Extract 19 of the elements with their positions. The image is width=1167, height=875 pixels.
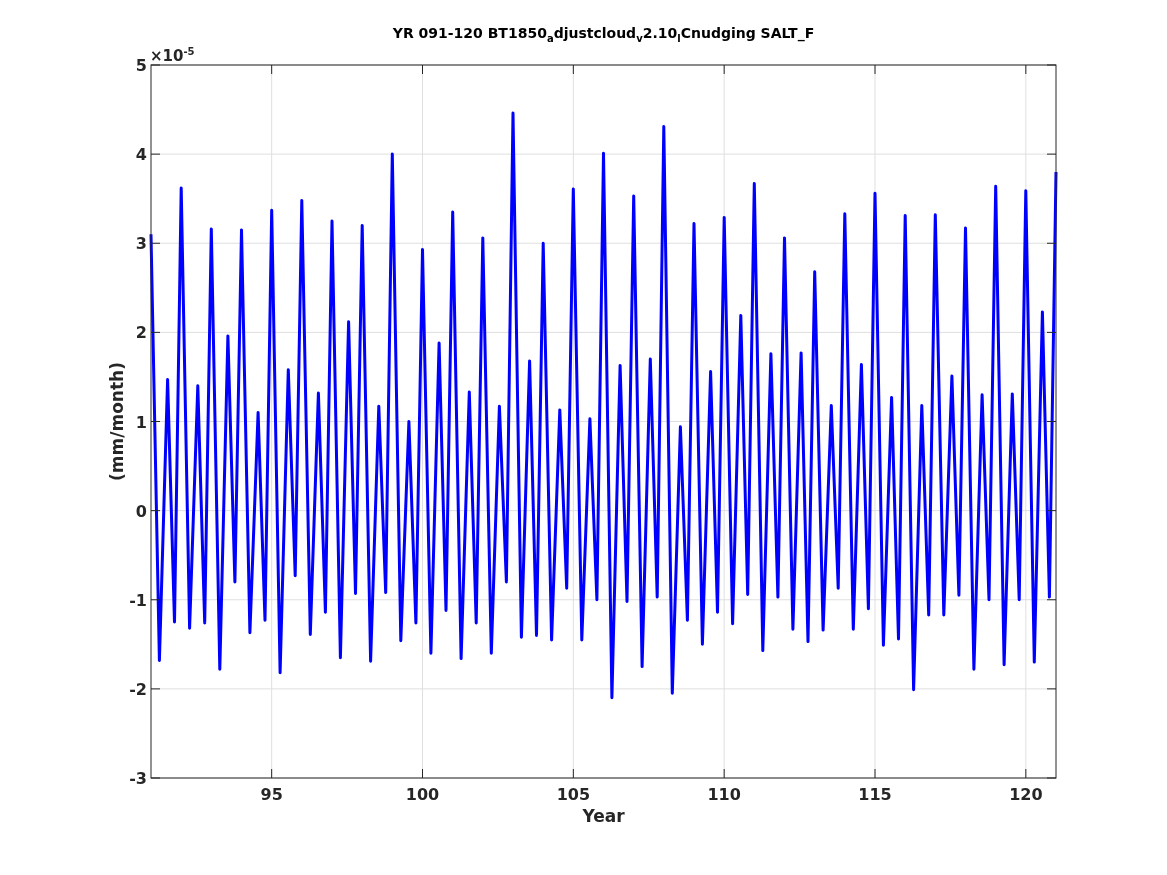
tick-label: 115 — [858, 785, 892, 804]
axis-title: Year — [582, 806, 625, 826]
axis-title: (mm/month) — [107, 362, 127, 481]
tick-label: 105 — [556, 785, 591, 804]
tick-label: 0 — [135, 501, 147, 521]
tick-label: 5 — [135, 56, 147, 75]
tick-label: -2 — [129, 679, 147, 699]
tick-label: 3 — [135, 234, 147, 254]
tick-label: 110 — [707, 785, 741, 804]
tick-label: -3 — [129, 769, 147, 788]
tick-label: 120 — [1009, 785, 1043, 804]
tick-label: 1 — [135, 412, 147, 432]
tick-label: 100 — [405, 785, 440, 804]
tick-label: 95 — [260, 785, 283, 804]
tick-label: 2 — [135, 323, 147, 343]
tick-label: -1 — [129, 590, 147, 610]
chart-title: YR 091-120 BT1850$_{a}$djustcloud$_{v}$2.10$_{l}$Cnudging SALT_F — [391, 24, 816, 46]
tick-label: 4 — [135, 145, 147, 165]
axis-multiplier: ×10$^{-5}$ — [150, 45, 195, 65]
